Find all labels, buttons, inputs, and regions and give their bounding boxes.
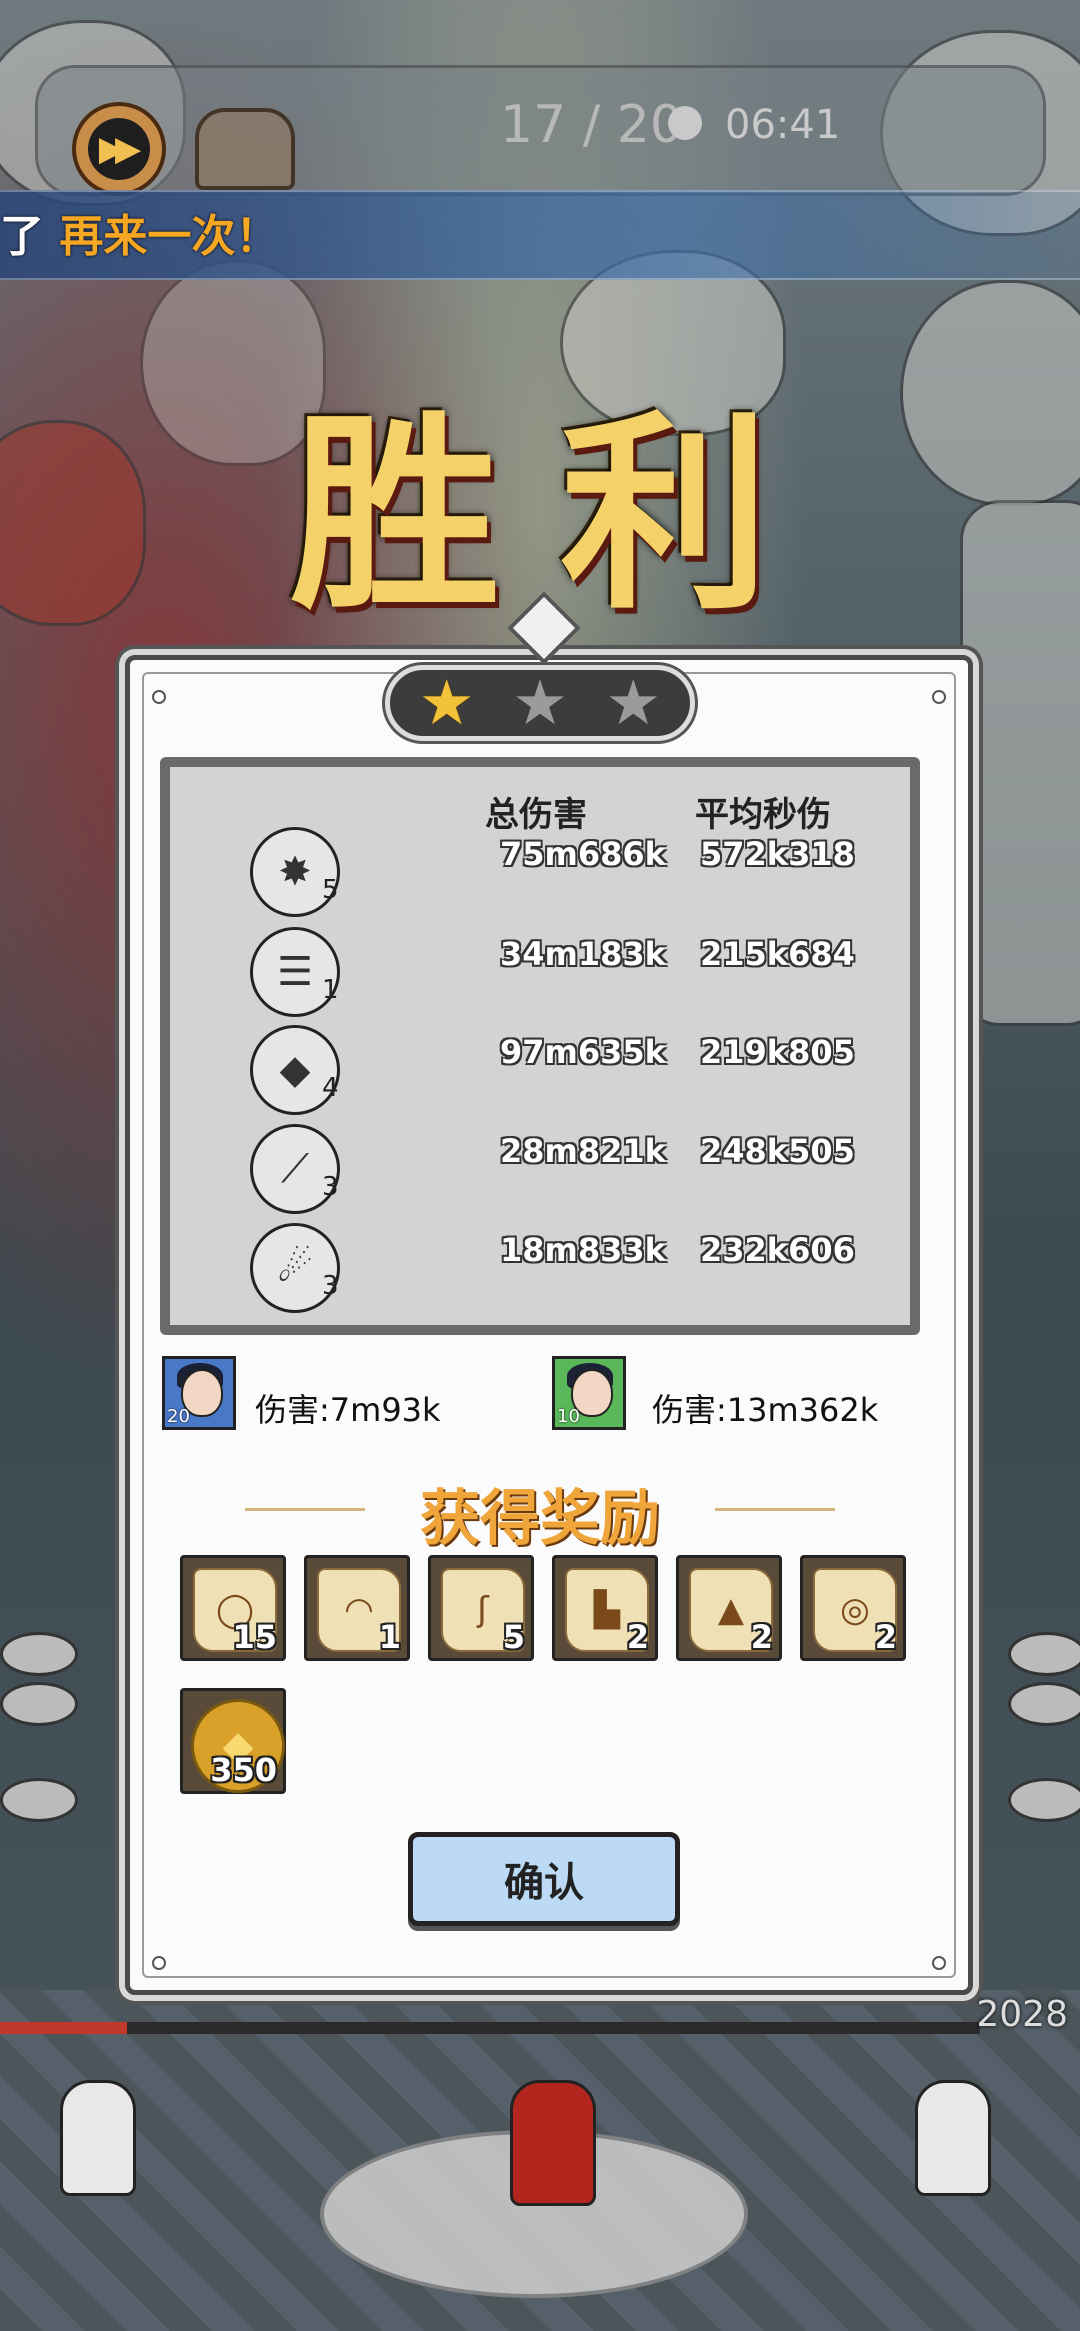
table-row: ☰ 1 34m183k 215k684 bbox=[170, 927, 910, 1017]
fast-forward-icon: ▶▶ bbox=[88, 118, 150, 180]
boss-hp-value: 2028 bbox=[976, 1994, 1068, 2035]
reward-item[interactable]: ʃ 5 bbox=[428, 1555, 534, 1661]
star-icon: ★ bbox=[605, 666, 662, 739]
player-character bbox=[510, 2080, 596, 2206]
notice-banner-text: 了 再来一次！ bbox=[0, 211, 280, 262]
hero-portrait[interactable]: 20 bbox=[162, 1356, 236, 1430]
star-icon: ★ bbox=[512, 666, 568, 739]
table-row: ⟋ 3 28m821k 248k505 bbox=[170, 1124, 910, 1214]
reward-item[interactable]: ◯ 15 bbox=[180, 1555, 286, 1661]
table-row: ◆ 4 97m635k 219k805 bbox=[170, 1025, 910, 1115]
clock-icon bbox=[668, 106, 702, 140]
table-row: ☄ 3 18m833k 232k606 bbox=[170, 1223, 910, 1313]
wave-counter: 17 / 20 bbox=[500, 95, 683, 155]
treasure-chest-icon[interactable] bbox=[195, 108, 295, 190]
star-icon: ★ bbox=[418, 666, 475, 739]
reward-item[interactable]: ▙ 2 bbox=[552, 1555, 658, 1661]
damage-stats-table: 总伤害 平均秒伤 ✸ 5 75m686k 572k318 ☰ 1 34m183k… bbox=[160, 757, 920, 1335]
victory-title: 胜利 bbox=[290, 391, 831, 638]
hero-damage: 伤害:13m362k bbox=[652, 1391, 879, 1429]
star-rating: ★ ★ ★ bbox=[385, 665, 695, 741]
reward-item[interactable]: ▲ 2 bbox=[676, 1555, 782, 1661]
hero-damage: 伤害:7m93k bbox=[255, 1391, 441, 1429]
reward-item[interactable]: ◆ 350 bbox=[180, 1688, 286, 1794]
fast-forward-button[interactable]: ▶▶ bbox=[72, 102, 166, 196]
rewards-title: 获得奖励 bbox=[420, 1484, 660, 1554]
reward-item[interactable]: ◠ 1 bbox=[304, 1555, 410, 1661]
reward-item[interactable]: ◎ 2 bbox=[800, 1555, 906, 1661]
confirm-button[interactable]: 确认 bbox=[408, 1832, 680, 1926]
battle-timer: 06:41 bbox=[725, 102, 841, 148]
table-row: ✸ 5 75m686k 572k318 bbox=[170, 827, 910, 917]
hero-portrait[interactable]: 10 bbox=[552, 1356, 626, 1430]
boss-hp-bar bbox=[0, 2022, 980, 2034]
